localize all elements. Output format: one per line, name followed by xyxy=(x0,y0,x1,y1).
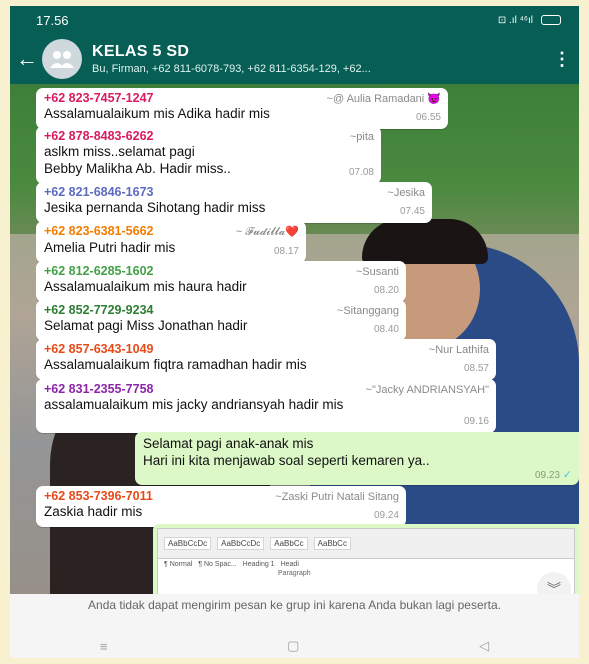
cannot-send-notice: Anda tidak dapat mengirim pesan ke grup … xyxy=(10,594,579,634)
sender-push-name: ~@ Aulia Ramadani 😈 xyxy=(326,93,441,105)
ribbon-style: AaBbCc xyxy=(313,537,351,550)
overflow-menu-icon[interactable]: ⋮ xyxy=(553,49,571,70)
style-name: ¶ Normal xyxy=(164,561,193,568)
message-bubble[interactable]: +62 823-6381-5662 ~ 𝓕𝓾𝓭𝓲𝓵𝓵𝓪❤️ 08.17 Ameli… xyxy=(36,221,306,263)
style-name: ¶ No Spac... xyxy=(198,561,237,568)
message-text: Assalamualaikum mis haura hadir xyxy=(44,279,247,294)
back-arrow-icon[interactable]: ← xyxy=(16,46,42,72)
message-bubble[interactable]: +62 821-6846-1673 ~Jesika 07.45 Jesika pe… xyxy=(36,182,432,223)
message-time: 09.24 xyxy=(373,510,399,521)
sender-push-name: ~Susanti xyxy=(355,266,399,278)
message-time: 09.23 xyxy=(534,470,560,481)
home-icon[interactable]: ▢ xyxy=(287,638,299,654)
sender-push-name: ~Zaski Putri Natali Sitang xyxy=(275,491,399,503)
signal-icon: ⊡ .ıl ⁴⁶ıl xyxy=(497,14,533,26)
message-text: aslkm miss..selamat pagi Bebby Malikha A… xyxy=(44,144,231,176)
message-bubble[interactable]: +62 823-7457-1247 ~@ Aulia Ramadani 😈 06… xyxy=(36,88,448,129)
sender-number[interactable]: +62 812-6285-1602 xyxy=(44,264,153,278)
sender-push-name: ~ 𝓕𝓾𝓭𝓲𝓵𝓵𝓪❤️ xyxy=(235,226,299,238)
phone-screen: 17.56 ⊡ .ıl ⁴⁶ıl ← KELAS 5 SD Bu, Firman… xyxy=(10,6,579,658)
message-bubble[interactable]: +62 857-6343-1049 ~Nur Lathifa 08.57 Assa… xyxy=(36,339,496,380)
document-image-message[interactable]: AaBbCcDc AaBbCcDc AaBbCc AaBbCc ¶ Normal… xyxy=(153,524,579,594)
system-nav-bar: ≡ ▢ ◁ xyxy=(10,634,579,658)
battery-icon xyxy=(541,15,561,25)
message-text: Amelia Putri hadir mis xyxy=(44,240,176,255)
back-icon[interactable]: ◁ xyxy=(479,638,489,654)
message-time: 06.55 xyxy=(415,112,441,123)
group-members: Bu, Firman, +62 811-6078-793, +62 811-63… xyxy=(92,63,371,75)
group-avatar[interactable] xyxy=(42,39,82,79)
status-icons: ⊡ .ıl ⁴⁶ıl xyxy=(498,15,561,26)
chat-header[interactable]: ← KELAS 5 SD Bu, Firman, +62 811-6078-79… xyxy=(10,34,579,84)
recent-apps-icon[interactable]: ≡ xyxy=(100,639,108,654)
sender-number[interactable]: +62 831-2355-7758 xyxy=(44,382,153,396)
message-time: 08.20 xyxy=(373,285,399,296)
message-time: 08.40 xyxy=(373,324,399,335)
sender-number[interactable]: +62 857-6343-1049 xyxy=(44,342,153,356)
group-title-block[interactable]: KELAS 5 SD Bu, Firman, +62 811-6078-793,… xyxy=(92,43,553,75)
paragraph-label: Paragraph xyxy=(278,570,311,577)
sender-number[interactable]: +62 823-6381-5662 xyxy=(44,224,153,238)
chat-area[interactable]: +62 823-7457-1247 ~@ Aulia Ramadani 😈 06… xyxy=(10,84,579,594)
message-time: 07.45 xyxy=(399,206,425,217)
message-text: Assalamualaikum fiqtra ramadhan hadir mi… xyxy=(44,357,307,372)
status-time: 17.56 xyxy=(36,12,69,28)
message-bubble[interactable]: +62 852-7729-9234 ~Sitanggang 08.40 Selam… xyxy=(36,300,406,341)
word-ribbon: AaBbCcDc AaBbCcDc AaBbCc AaBbCc xyxy=(158,529,574,559)
wallpaper-hair xyxy=(362,219,488,264)
sender-push-name: ~pita xyxy=(349,131,374,143)
sender-push-name: ~Jesika xyxy=(387,187,425,199)
ribbon-style: AaBbCcDc xyxy=(164,537,212,550)
read-receipt-icon: ✓ xyxy=(562,469,572,481)
message-time: 08.17 xyxy=(273,246,299,257)
message-time: 08.57 xyxy=(463,363,489,374)
group-name: KELAS 5 SD xyxy=(92,43,190,60)
message-time: 09.16 xyxy=(463,416,489,427)
style-name: Heading 1 xyxy=(242,561,275,568)
group-icon xyxy=(50,51,74,68)
message-text: Assalamualaikum mis Adika hadir mis xyxy=(44,106,270,121)
sender-number[interactable]: +62 878-8483-6262 xyxy=(44,129,153,143)
message-text: Selamat pagi Miss Jonathan hadir xyxy=(44,318,248,333)
message-bubble[interactable]: +62 812-6285-1602 ~Susanti 08.20 Assalamu… xyxy=(36,261,406,302)
sender-push-name: ~Sitanggang xyxy=(336,305,399,317)
sender-number[interactable]: +62 823-7457-1247 xyxy=(44,91,153,105)
sender-push-name: ~"Jacky ANDRIANSYAH" xyxy=(365,384,489,396)
sender-push-name: ~Nur Lathifa xyxy=(428,344,489,356)
sender-number[interactable]: +62 852-7729-9234 xyxy=(44,303,153,317)
message-text: Jesika pernanda Sihotang hadir miss xyxy=(44,200,266,215)
style-name: Headi xyxy=(280,561,299,568)
message-bubble[interactable]: +62 853-7396-7011 ~Zaski Putri Natali Si… xyxy=(36,486,406,527)
chevron-double-down-icon: ︾ xyxy=(547,581,561,594)
message-text: Zaskia hadir mis xyxy=(44,504,143,519)
message-bubble-outgoing[interactable]: Selamat pagi anak-anak mis Hari ini kita… xyxy=(135,432,579,485)
document-preview: AaBbCcDc AaBbCcDc AaBbCc AaBbCc ¶ Normal… xyxy=(157,528,575,594)
message-bubble[interactable]: +62 878-8483-6262 ~pita 07.08 aslkm miss.… xyxy=(36,126,381,184)
ribbon-style: AaBbCcDc xyxy=(217,537,265,550)
message-text: assalamualaikum mis jacky andriansyah ha… xyxy=(44,397,344,412)
sender-number[interactable]: +62 853-7396-7011 xyxy=(44,489,153,503)
message-bubble[interactable]: +62 831-2355-7758 ~"Jacky ANDRIANSYAH" a… xyxy=(36,379,496,433)
status-bar: 17.56 ⊡ .ıl ⁴⁶ıl xyxy=(10,6,579,34)
sender-number[interactable]: +62 821-6846-1673 xyxy=(44,185,153,199)
message-time: 07.08 xyxy=(348,167,374,178)
ribbon-style: AaBbCc xyxy=(270,537,308,550)
message-text: Selamat pagi anak-anak mis Hari ini kita… xyxy=(143,436,430,468)
